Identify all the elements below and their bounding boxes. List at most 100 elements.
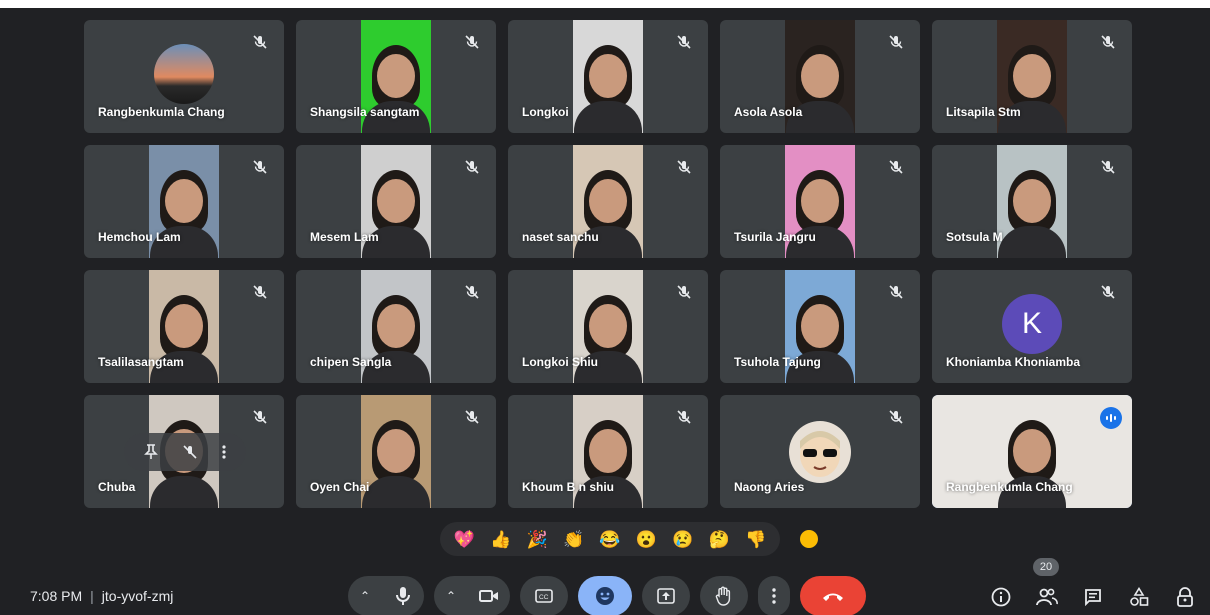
mic-off-icon <box>676 409 692 425</box>
mic-off-icon <box>888 409 904 425</box>
participant-avatar <box>789 421 851 483</box>
activities-button[interactable] <box>1122 580 1156 614</box>
participant-tile[interactable]: Tsalilasangtam <box>84 270 284 383</box>
mic-off-icon <box>464 34 480 50</box>
participant-tile[interactable]: Chuba <box>84 395 284 508</box>
mic-off-icon <box>888 159 904 175</box>
meeting-info-button[interactable] <box>984 580 1018 614</box>
people-button[interactable]: 20 <box>1030 558 1064 614</box>
participant-avatar: K <box>1002 294 1062 354</box>
participant-tile[interactable]: Rangbenkumla Chang <box>932 395 1132 508</box>
more-options-button[interactable] <box>758 576 790 615</box>
present-button[interactable] <box>642 576 690 615</box>
participant-tile[interactable]: Mesem Lam <box>296 145 496 258</box>
participant-tile[interactable]: K Khoniamba Khoniamba <box>932 270 1132 383</box>
participant-video <box>997 145 1067 258</box>
end-call-button[interactable] <box>800 576 866 615</box>
camera-icon <box>479 588 499 604</box>
participant-video <box>361 395 431 508</box>
reaction-emoji-button[interactable]: 💖 <box>454 531 475 548</box>
video-options-button[interactable]: ⌃ <box>434 589 468 603</box>
mic-button[interactable] <box>382 586 424 606</box>
speaking-indicator-icon <box>1100 407 1122 429</box>
participant-name: Rangbenkumla Chang <box>98 105 225 119</box>
participant-tile[interactable]: Sotsula M <box>932 145 1132 258</box>
info-icon <box>991 587 1011 607</box>
participant-name: Tsurila Jangru <box>734 230 816 244</box>
mic-off-icon <box>252 159 268 175</box>
participant-tile[interactable]: Shangsila sangtam <box>296 20 496 133</box>
participant-tile[interactable]: Oyen Chai <box>296 395 496 508</box>
emoji-icon <box>595 586 615 606</box>
pin-icon[interactable] <box>144 444 158 460</box>
host-controls-icon <box>1176 587 1194 607</box>
reaction-emoji-button[interactable]: 👎 <box>745 531 766 548</box>
mic-control: ⌃ <box>348 576 424 615</box>
call-controls: ⌃ ⌃ CC <box>348 576 876 615</box>
participant-tile[interactable]: Tsurila Jangru <box>720 145 920 258</box>
emoji-button[interactable] <box>578 576 632 615</box>
participant-grid: Rangbenkumla Chang Shangsila sangtam Longk… <box>84 20 1132 508</box>
reaction-emoji-button[interactable]: 😢 <box>672 531 693 548</box>
participant-tile[interactable]: Litsapila Stm <box>932 20 1132 133</box>
participant-tile[interactable]: Naong Aries <box>720 395 920 508</box>
meeting-details: 7:08 PM | jto-yvof-zmj <box>30 588 173 604</box>
mic-off-icon <box>1100 284 1116 300</box>
participant-name: Mesem Lam <box>310 230 379 244</box>
tile-hover-controls <box>124 433 246 471</box>
people-icon <box>1036 588 1058 606</box>
side-controls: 20 <box>984 558 1210 614</box>
participant-tile[interactable]: chipen Sangla <box>296 270 496 383</box>
participant-name: Naong Aries <box>734 480 805 494</box>
participant-tile[interactable]: Longkoi Shiu <box>508 270 708 383</box>
audio-options-button[interactable]: ⌃ <box>348 589 382 603</box>
reaction-skin-tone-button[interactable] <box>800 530 818 548</box>
participant-name: chipen Sangla <box>310 355 392 369</box>
participant-name: Tsalilasangtam <box>98 355 184 369</box>
reaction-emoji-button[interactable]: 🎉 <box>527 531 548 548</box>
participant-name: Rangbenkumla Chang <box>946 480 1073 494</box>
participant-name: Hemchou Lam <box>98 230 181 244</box>
mic-off-icon <box>252 409 268 425</box>
participant-name: Asola Asola <box>734 105 803 119</box>
svg-text:CC: CC <box>539 594 549 601</box>
reaction-emoji-button[interactable]: 👏 <box>563 531 584 548</box>
participant-name: naset sanchu <box>522 230 599 244</box>
participant-tile[interactable]: Asola Asola <box>720 20 920 133</box>
participant-name: Chuba <box>98 480 136 494</box>
present-icon <box>657 588 675 604</box>
participant-avatar <box>154 44 214 104</box>
reaction-emoji-button[interactable]: 😮 <box>636 531 657 548</box>
mic-off-icon <box>464 159 480 175</box>
chat-button[interactable] <box>1076 580 1110 614</box>
more-options-icon[interactable] <box>222 445 226 459</box>
reaction-emoji-button[interactable]: 😂 <box>599 531 620 548</box>
end-call-icon <box>821 590 845 602</box>
host-controls-button[interactable] <box>1168 580 1202 614</box>
participant-tile[interactable]: naset sanchu <box>508 145 708 258</box>
camera-control: ⌃ <box>434 576 510 615</box>
participant-tile[interactable]: Hemchou Lam <box>84 145 284 258</box>
participant-tile[interactable]: Rangbenkumla Chang <box>84 20 284 133</box>
reaction-emoji-button[interactable]: 🤔 <box>709 531 730 548</box>
participant-name: Shangsila sangtam <box>310 105 420 119</box>
participant-count-badge: 20 <box>1033 558 1059 576</box>
raise-hand-icon <box>715 586 733 606</box>
reaction-emoji-button[interactable]: 👍 <box>490 531 511 548</box>
camera-button[interactable] <box>468 588 510 604</box>
raise-hand-button[interactable] <box>700 576 748 615</box>
captions-button[interactable]: CC <box>520 576 568 615</box>
chat-icon <box>1084 588 1102 606</box>
top-strip <box>0 0 1210 8</box>
mic-off-icon <box>676 284 692 300</box>
participant-video <box>573 20 643 133</box>
meeting-code[interactable]: jto-yvof-zmj <box>102 588 174 604</box>
participant-name: Longkoi <box>522 105 569 119</box>
mic-off-icon <box>252 34 268 50</box>
mute-participant-icon[interactable] <box>182 444 198 460</box>
mic-off-icon <box>1100 34 1116 50</box>
participant-tile[interactable]: Longkoi <box>508 20 708 133</box>
participant-tile[interactable]: Khoum B n shiu <box>508 395 708 508</box>
participant-tile[interactable]: Tsuhola Tajung <box>720 270 920 383</box>
mic-off-icon <box>676 159 692 175</box>
